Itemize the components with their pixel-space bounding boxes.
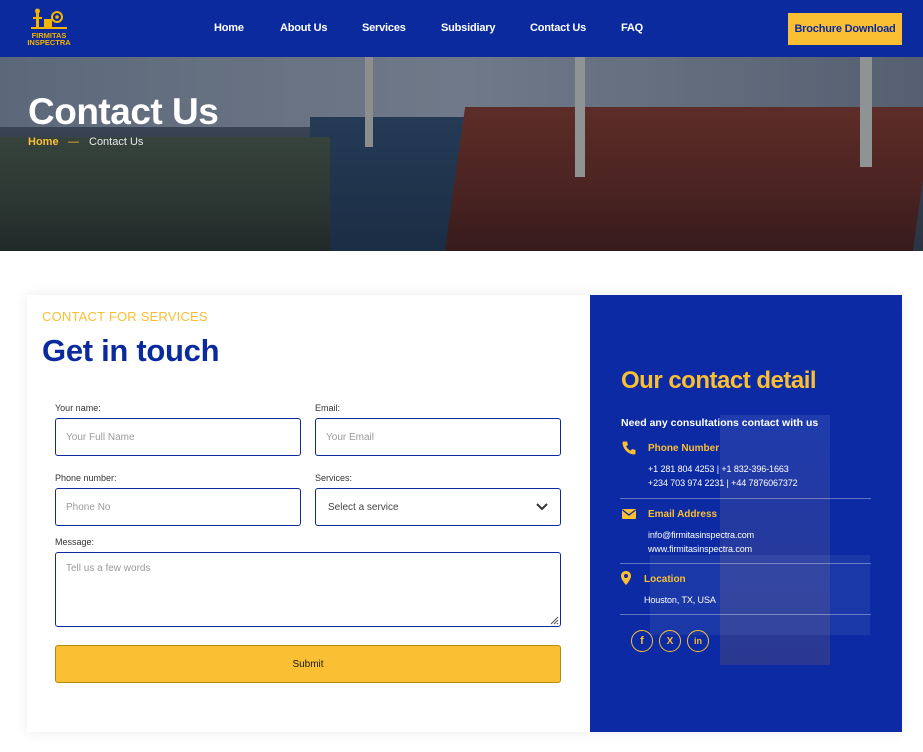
submit-button[interactable]: Submit	[55, 645, 561, 683]
breadcrumb-current: Contact Us	[89, 136, 144, 148]
top-navigation: FIRMITAS INSPECTRA Home About Us Service…	[0, 0, 923, 57]
linkedin-icon[interactable]: in	[687, 630, 709, 652]
hero-overlay	[0, 57, 923, 251]
name-label: Your name:	[55, 403, 101, 413]
nav-item-subsidiary[interactable]: Subsidiary	[441, 22, 495, 34]
nav-item-services[interactable]: Services	[362, 22, 406, 34]
nav-item-faq[interactable]: FAQ	[621, 22, 643, 34]
name-input[interactable]	[55, 418, 301, 456]
email-input[interactable]	[315, 418, 561, 456]
logo-mark-icon	[31, 8, 67, 29]
nav-item-about-us[interactable]: About Us	[280, 22, 327, 34]
logo-text: FIRMITAS INSPECTRA	[27, 31, 71, 47]
page-hero: Contact Us Home — Contact Us	[0, 57, 923, 251]
breadcrumb-home-link[interactable]: Home	[28, 136, 59, 148]
website-line[interactable]: www.firmitasinspectra.com	[648, 544, 752, 554]
services-select-value: Select a service	[328, 501, 399, 513]
form-heading: Get in touch	[42, 333, 220, 368]
email-label: Email:	[315, 403, 341, 413]
services-select[interactable]: Select a service	[315, 488, 561, 526]
phone-input[interactable]	[55, 488, 301, 526]
chevron-down-icon	[536, 503, 548, 511]
contact-divider	[620, 498, 871, 499]
nav-item-home[interactable]: Home	[214, 22, 244, 34]
x-twitter-icon[interactable]: X	[659, 630, 681, 652]
phone-number-line: +1 281 804 4253 | +1 832-396-1663	[648, 464, 789, 474]
contact-divider	[620, 614, 871, 615]
facebook-icon[interactable]: f	[631, 630, 653, 652]
brochure-download-button[interactable]: Brochure Download	[788, 13, 902, 45]
phone-label: Phone number:	[55, 473, 117, 483]
contact-detail-subheading: Need any consultations contact with us	[621, 417, 819, 429]
contact-detail-heading: Our contact detail	[621, 367, 817, 394]
envelope-icon	[622, 509, 636, 519]
message-textarea[interactable]	[55, 552, 561, 627]
email-address-line[interactable]: info@firmitasinspectra.com	[648, 530, 754, 540]
breadcrumb-separator: —	[68, 136, 79, 148]
nav-item-contact-us[interactable]: Contact Us	[530, 22, 586, 34]
contact-divider	[620, 563, 871, 564]
resize-grip-icon[interactable]	[549, 615, 559, 625]
phone-number-line: +234 703 974 2231 | +44 7876067372	[648, 478, 798, 488]
message-label: Message:	[55, 537, 95, 547]
location-line: Houston, TX, USA	[644, 595, 716, 605]
phone-number-title: Phone Number	[648, 443, 720, 454]
page-title: Contact Us	[28, 91, 219, 132]
services-label: Services:	[315, 473, 353, 483]
email-address-title: Email Address	[648, 509, 718, 520]
brand-logo[interactable]: FIRMITAS INSPECTRA	[26, 5, 72, 49]
location-title: Location	[644, 574, 686, 585]
form-eyebrow: CONTACT FOR SERVICES	[42, 309, 208, 324]
map-pin-icon	[621, 571, 631, 585]
phone-icon	[622, 441, 636, 455]
